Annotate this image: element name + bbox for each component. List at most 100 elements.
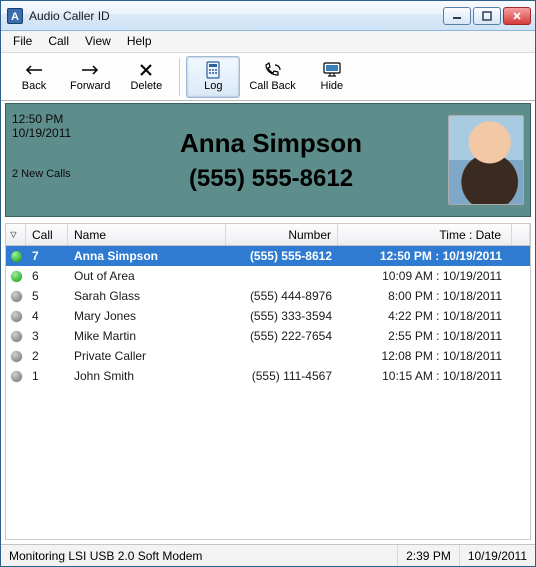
caller-panel-left: 12:50 PM 10/19/2011 2 New Calls: [6, 104, 100, 216]
cell-name: Sarah Glass: [68, 289, 226, 303]
log-calculator-icon: [202, 61, 224, 79]
caller-panel: 12:50 PM 10/19/2011 2 New Calls Anna Sim…: [5, 103, 531, 217]
col-name-header[interactable]: Name: [68, 224, 226, 245]
status-dot-cell: [6, 331, 26, 342]
log-button[interactable]: Log: [186, 56, 240, 98]
callback-label: Call Back: [249, 80, 295, 92]
status-dot-icon: [11, 351, 22, 362]
cell-timedate: 8:00 PM : 10/18/2011: [338, 289, 512, 303]
menubar: File Call View Help: [1, 31, 535, 53]
cell-timedate: 12:08 PM : 10/18/2011: [338, 349, 512, 363]
cell-timedate: 10:15 AM : 10/18/2011: [338, 369, 512, 383]
cell-timedate: 2:55 PM : 10/18/2011: [338, 329, 512, 343]
cell-name: Anna Simpson: [68, 249, 226, 263]
status-dot-icon: [11, 251, 22, 262]
menu-call[interactable]: Call: [40, 31, 77, 52]
table-row[interactable]: 5Sarah Glass(555) 444-89768:00 PM : 10/1…: [6, 286, 530, 306]
col-timedate-header[interactable]: Time : Date: [338, 224, 512, 245]
status-monitoring: Monitoring LSI USB 2.0 Soft Modem: [1, 545, 398, 566]
hide-monitor-icon: [321, 61, 343, 79]
back-label: Back: [22, 80, 46, 92]
cell-name: Out of Area: [68, 269, 226, 283]
cell-call: 2: [26, 349, 68, 363]
cell-call: 7: [26, 249, 68, 263]
cell-number: (555) 222-7654: [226, 329, 338, 343]
new-calls-count: 2 New Calls: [12, 168, 94, 180]
cell-timedate: 12:50 PM : 10/19/2011: [338, 249, 512, 263]
delete-x-icon: [135, 61, 157, 79]
call-log-table: ▽ Call Name Number Time : Date 7Anna Sim…: [5, 223, 531, 540]
cell-timedate: 10:09 AM : 10/19/2011: [338, 269, 512, 283]
hide-label: Hide: [321, 80, 344, 92]
sort-triangle-icon: ▽: [10, 230, 16, 239]
cell-call: 4: [26, 309, 68, 323]
status-dot-icon: [11, 311, 22, 322]
cell-call: 6: [26, 269, 68, 283]
current-call-date: 10/19/2011: [12, 126, 94, 140]
delete-label: Delete: [130, 80, 162, 92]
table-row[interactable]: 6Out of Area 10:09 AM : 10/19/2011: [6, 266, 530, 286]
back-arrow-icon: [23, 61, 45, 79]
cell-call: 1: [26, 369, 68, 383]
table-row[interactable]: 3Mike Martin(555) 222-76542:55 PM : 10/1…: [6, 326, 530, 346]
caller-panel-right: [442, 104, 530, 216]
delete-button[interactable]: Delete: [119, 56, 173, 98]
forward-button[interactable]: Forward: [63, 56, 117, 98]
cell-number: (555) 333-3594: [226, 309, 338, 323]
titlebar: A Audio Caller ID: [1, 1, 535, 31]
status-dot-icon: [11, 371, 22, 382]
menu-view[interactable]: View: [77, 31, 119, 52]
caller-photo: [448, 115, 524, 205]
table-row[interactable]: 7Anna Simpson(555) 555-861212:50 PM : 10…: [6, 246, 530, 266]
statusbar: Monitoring LSI USB 2.0 Soft Modem 2:39 P…: [1, 544, 535, 566]
forward-label: Forward: [70, 80, 110, 92]
cell-call: 3: [26, 329, 68, 343]
callback-phone-icon: [262, 61, 284, 79]
log-label: Log: [204, 80, 222, 92]
toolbar: Back Forward Delete Log Call Back Hide: [1, 53, 535, 101]
col-scroll-spacer: [512, 224, 530, 245]
table-row[interactable]: 4Mary Jones(555) 333-35944:22 PM : 10/18…: [6, 306, 530, 326]
col-sort-indicator[interactable]: ▽: [6, 224, 26, 245]
back-button[interactable]: Back: [7, 56, 61, 98]
table-row[interactable]: 1John Smith(555) 111-456710:15 AM : 10/1…: [6, 366, 530, 386]
menu-help[interactable]: Help: [119, 31, 160, 52]
status-dot-cell: [6, 291, 26, 302]
caller-number: (555) 555-8612: [189, 165, 353, 193]
col-number-header[interactable]: Number: [226, 224, 338, 245]
callback-button[interactable]: Call Back: [242, 56, 302, 98]
close-button[interactable]: [503, 7, 531, 25]
app-icon: A: [7, 8, 23, 24]
cell-number: (555) 555-8612: [226, 249, 338, 263]
status-dot-icon: [11, 271, 22, 282]
cell-name: Mike Martin: [68, 329, 226, 343]
cell-name: John Smith: [68, 369, 226, 383]
cell-number: (555) 444-8976: [226, 289, 338, 303]
window-buttons: [443, 7, 531, 25]
table-row[interactable]: 2Private Caller 12:08 PM : 10/18/2011: [6, 346, 530, 366]
app-window: A Audio Caller ID File Call View Help Ba…: [0, 0, 536, 567]
menu-file[interactable]: File: [5, 31, 40, 52]
minimize-button[interactable]: [443, 7, 471, 25]
toolbar-separator: [179, 58, 180, 96]
cell-name: Private Caller: [68, 349, 226, 363]
status-dot-cell: [6, 371, 26, 382]
status-time: 2:39 PM: [398, 545, 460, 566]
hide-button[interactable]: Hide: [305, 56, 359, 98]
status-date: 10/19/2011: [460, 545, 535, 566]
col-call-header[interactable]: Call: [26, 224, 68, 245]
status-dot-cell: [6, 311, 26, 322]
cell-number: (555) 111-4567: [226, 369, 338, 383]
table-header: ▽ Call Name Number Time : Date: [6, 224, 530, 246]
forward-arrow-icon: [79, 61, 101, 79]
status-dot-icon: [11, 291, 22, 302]
caller-name: Anna Simpson: [180, 128, 362, 159]
status-dot-icon: [11, 331, 22, 342]
cell-timedate: 4:22 PM : 10/18/2011: [338, 309, 512, 323]
cell-name: Mary Jones: [68, 309, 226, 323]
status-dot-cell: [6, 271, 26, 282]
caller-panel-center: Anna Simpson (555) 555-8612: [100, 104, 442, 216]
current-call-time: 12:50 PM: [12, 112, 94, 126]
cell-call: 5: [26, 289, 68, 303]
maximize-button[interactable]: [473, 7, 501, 25]
